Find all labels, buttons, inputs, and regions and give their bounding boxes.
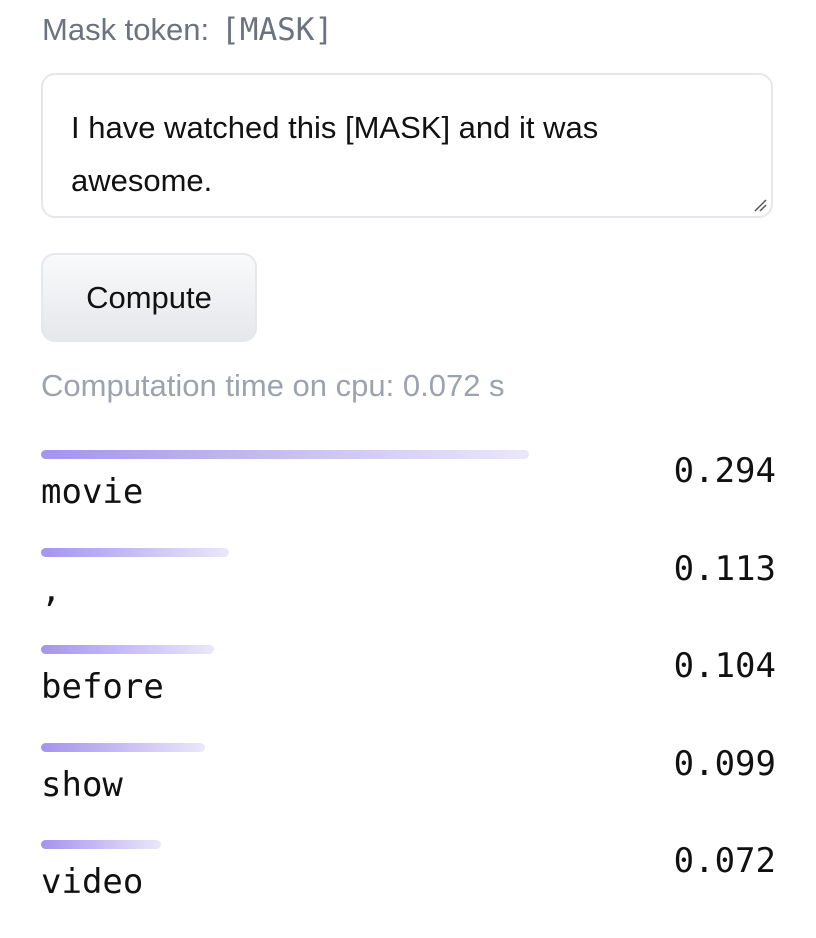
score-bar bbox=[41, 547, 229, 557]
result-token: video bbox=[41, 862, 144, 902]
result-row: , 0.113 bbox=[41, 547, 776, 646]
result-token: show bbox=[41, 764, 123, 805]
computation-time: Computation time on cpu: 0.072 s bbox=[41, 368, 505, 403]
text-input-value: I have watched this [MASK] and it was aw… bbox=[71, 110, 599, 198]
result-row: movie 0.294 bbox=[41, 450, 776, 548]
compute-button[interactable]: Compute bbox=[41, 253, 257, 342]
results-list: movie 0.294 , 0.113 before 0.104 show 0.… bbox=[41, 450, 776, 938]
result-token: before bbox=[41, 667, 164, 707]
result-token: movie bbox=[41, 472, 144, 512]
score-bar bbox=[41, 645, 214, 654]
result-score: 0.104 bbox=[673, 646, 776, 686]
result-score: 0.099 bbox=[673, 743, 776, 784]
result-row: video 0.072 bbox=[41, 840, 776, 938]
score-bar bbox=[41, 742, 206, 752]
score-bar bbox=[41, 450, 529, 459]
resize-grip-icon[interactable] bbox=[753, 198, 767, 212]
score-bar bbox=[41, 840, 161, 849]
mask-token-value: [MASK] bbox=[221, 12, 334, 48]
result-row: show 0.099 bbox=[41, 742, 776, 841]
result-score: 0.294 bbox=[673, 451, 776, 491]
text-input[interactable]: I have watched this [MASK] and it was aw… bbox=[41, 73, 773, 218]
result-row: before 0.104 bbox=[41, 645, 776, 743]
result-score: 0.072 bbox=[673, 841, 776, 881]
result-token: , bbox=[41, 569, 62, 610]
mask-token-label: Mask token: bbox=[42, 12, 210, 47]
result-score: 0.113 bbox=[673, 548, 776, 589]
mask-token-row: Mask token: [MASK] bbox=[42, 8, 333, 52]
